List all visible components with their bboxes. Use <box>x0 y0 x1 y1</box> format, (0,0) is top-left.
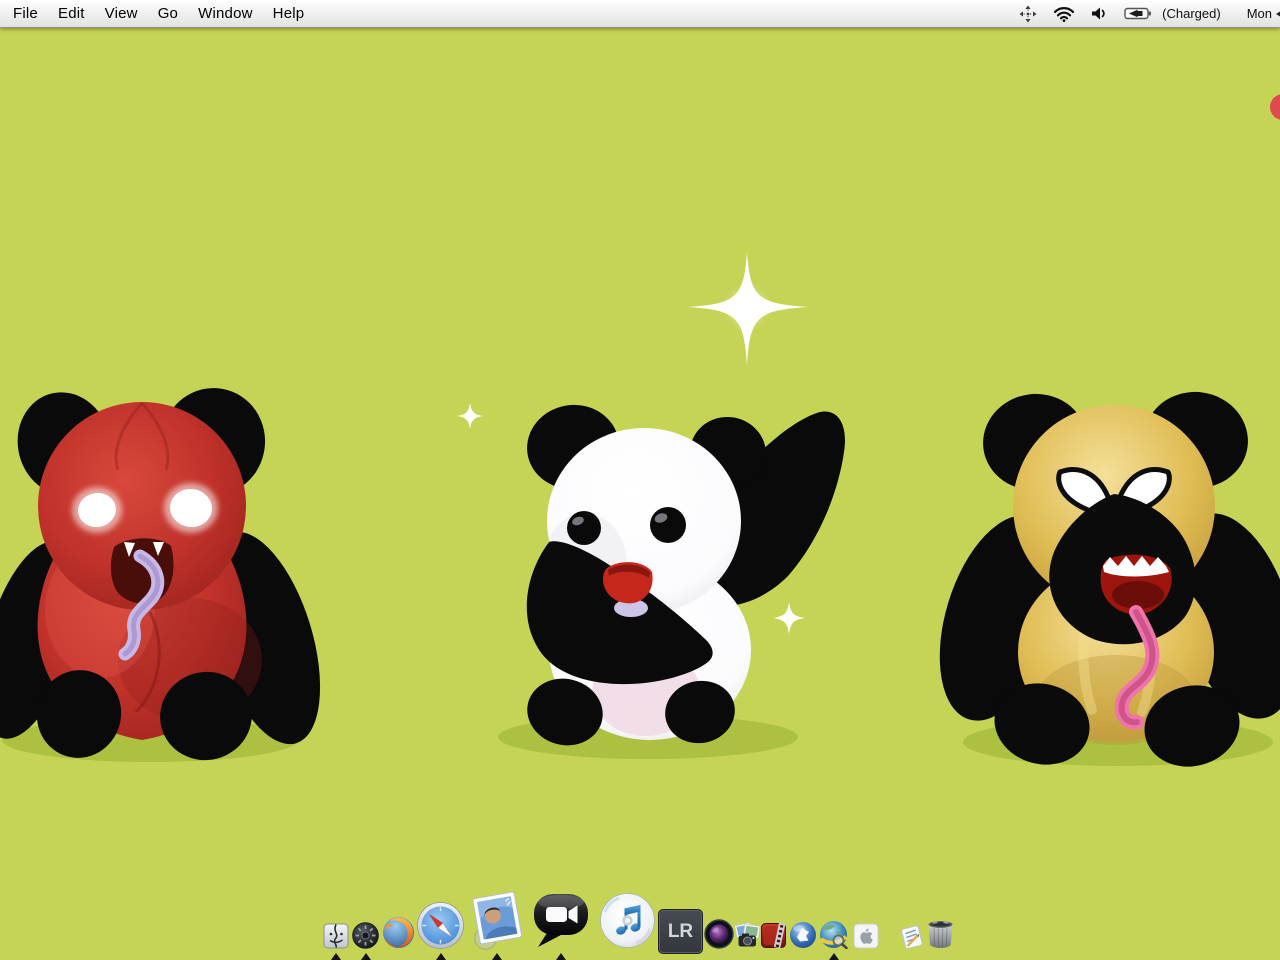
menubar: File Edit View Go Window Help <box>0 0 1280 28</box>
finder-icon <box>323 923 349 949</box>
wifi-icon[interactable] <box>1053 6 1075 22</box>
dock-itunes[interactable] <box>599 892 656 954</box>
dock: iChat <box>0 870 1280 960</box>
globe-messenger-icon <box>789 921 817 949</box>
dock-aperture[interactable] <box>704 919 734 954</box>
sherlock-icon <box>819 920 848 949</box>
preview-icon <box>464 887 529 954</box>
photo-import-icon <box>733 921 761 949</box>
itunes-icon <box>599 892 656 949</box>
dock-document[interactable] <box>901 925 925 954</box>
dock-dashboard[interactable] <box>352 922 379 954</box>
white-panda <box>498 399 845 759</box>
red-dot <box>1270 94 1280 120</box>
running-indicator <box>361 953 371 960</box>
battery-icon[interactable] <box>1124 7 1152 20</box>
trash-icon <box>926 919 955 949</box>
dock-sherlock[interactable] <box>819 920 848 954</box>
dock-photo-import[interactable] <box>733 921 761 954</box>
firefox-icon <box>382 916 415 949</box>
safari-icon <box>417 902 464 949</box>
move-arrows-icon[interactable] <box>1019 5 1037 23</box>
aperture-icon <box>704 919 734 949</box>
running-indicator <box>331 953 341 960</box>
dock-lightroom[interactable]: LR <box>658 909 703 954</box>
menu-item-file[interactable]: File <box>0 0 48 27</box>
running-indicator <box>556 953 566 960</box>
menubar-clock[interactable]: Mon <box>1247 6 1272 21</box>
movies-icon <box>760 922 787 949</box>
menu-item-help[interactable]: Help <box>263 0 315 27</box>
dock-apple-software[interactable] <box>853 923 879 954</box>
menu-item-edit[interactable]: Edit <box>48 0 95 27</box>
red-panda <box>0 380 342 770</box>
ichat-icon <box>531 889 591 949</box>
dock-trash[interactable] <box>926 919 955 954</box>
dock-safari[interactable] <box>417 902 464 954</box>
menu-items: File Edit View Go Window Help <box>0 0 314 27</box>
gold-panda <box>917 385 1280 777</box>
battery-status: (Charged) <box>1162 6 1221 21</box>
sparkle-small-right <box>773 602 805 634</box>
running-indicator <box>492 953 502 960</box>
dock-firefox[interactable] <box>382 916 415 954</box>
sparkle-large <box>687 251 809 365</box>
dock-globe-messenger[interactable] <box>789 921 817 954</box>
dashboard-icon <box>352 922 379 949</box>
running-indicator <box>829 953 839 960</box>
volume-icon[interactable] <box>1091 6 1108 21</box>
clipped-menu-glyph <box>1276 9 1280 19</box>
apple-box-icon <box>853 923 879 949</box>
lightroom-icon: LR <box>658 909 703 954</box>
menu-item-window[interactable]: Window <box>188 0 263 27</box>
sparkle-small-left <box>457 403 483 429</box>
running-indicator <box>436 953 446 960</box>
wallpaper-pandas <box>0 0 1280 960</box>
menu-item-view[interactable]: View <box>95 0 148 27</box>
menu-item-go[interactable]: Go <box>148 0 188 27</box>
dock-ichat[interactable] <box>531 889 591 954</box>
document-icon <box>898 923 927 952</box>
dock-preview[interactable] <box>469 891 525 954</box>
lightroom-label: LR <box>668 921 693 943</box>
menu-extras: (Charged) Mon <box>1011 0 1280 27</box>
dock-finder[interactable] <box>323 923 349 954</box>
dock-movies[interactable] <box>760 922 787 954</box>
